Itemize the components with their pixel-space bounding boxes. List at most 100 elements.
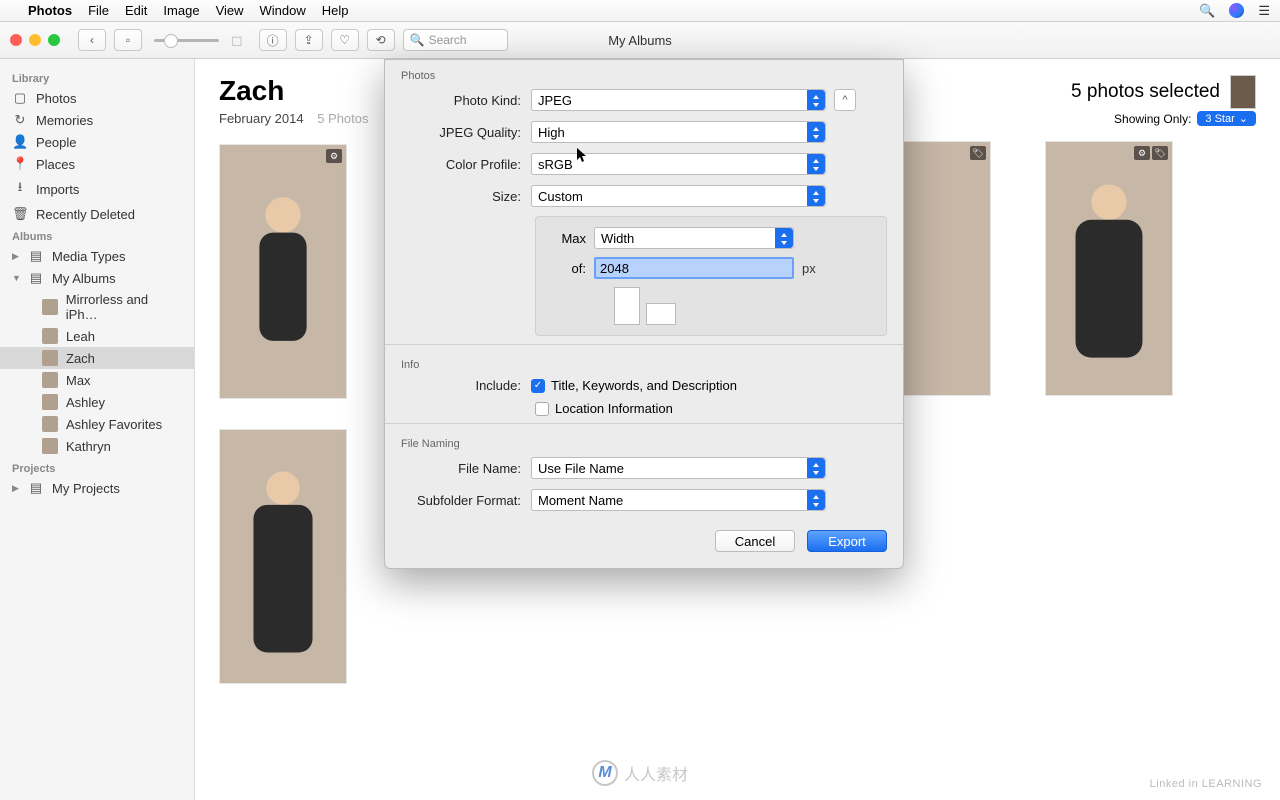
chevron-down-icon: ⌄: [1239, 112, 1248, 125]
sidebar-item-photos[interactable]: ▢Photos: [0, 87, 194, 109]
include-location-checkbox[interactable]: [535, 402, 549, 416]
export-button[interactable]: Export: [807, 530, 887, 552]
sidebar: Library ▢Photos ↻Memories 👤People 📍Place…: [0, 59, 195, 800]
include-location-label: Location Information: [555, 401, 673, 416]
thumbnail-size-slider[interactable]: [154, 39, 219, 42]
menu-list-icon[interactable]: ☰: [1258, 3, 1270, 19]
sidebar-album-mirrorless[interactable]: Mirrorless and iPh…: [0, 289, 194, 325]
sidebar-album-kathryn[interactable]: Kathryn: [0, 435, 194, 457]
siri-icon[interactable]: [1229, 3, 1244, 18]
color-profile-label: Color Profile:: [401, 157, 531, 172]
watermark-logo-icon: M: [592, 760, 618, 786]
menu-help[interactable]: Help: [322, 3, 349, 18]
search-placeholder: Search: [429, 33, 467, 47]
clock-icon: ↻: [12, 112, 28, 128]
dropdown-arrow-icon: [807, 154, 825, 174]
sidebar-item-places[interactable]: 📍Places: [0, 153, 194, 175]
stack-icon: ▤: [28, 248, 44, 264]
album-thumb-icon: [42, 328, 58, 344]
rotate-button[interactable]: ⟲: [367, 29, 395, 51]
file-name-select[interactable]: Use File Name: [531, 457, 826, 479]
sidebar-album-ashley[interactable]: Ashley: [0, 391, 194, 413]
dropdown-arrow-icon: [807, 490, 825, 510]
extra-options-button[interactable]: ^: [834, 89, 856, 111]
chevron-right-icon: ▶: [12, 251, 20, 262]
pin-icon: 📍: [12, 156, 28, 172]
sidebar-album-leah[interactable]: Leah: [0, 325, 194, 347]
menu-image[interactable]: Image: [163, 3, 199, 18]
trash-icon: 🗑: [12, 206, 28, 222]
photo-kind-label: Photo Kind:: [401, 93, 531, 108]
chevron-down-icon: ▼: [12, 273, 20, 283]
of-label: of:: [550, 261, 586, 276]
menu-window[interactable]: Window: [260, 3, 306, 18]
section-info: Info: [385, 349, 903, 373]
search-input[interactable]: 🔍 Search: [403, 29, 508, 51]
spotlight-icon[interactable]: 🔍: [1199, 3, 1215, 19]
photo-thumbnail[interactable]: ⚙: [219, 144, 347, 399]
dimension-value-input[interactable]: 2048: [594, 257, 794, 279]
tag-icon: 🏷: [1152, 146, 1168, 160]
menu-edit[interactable]: Edit: [125, 3, 147, 18]
back-button[interactable]: ‹: [78, 29, 106, 51]
sidebar-item-media-types[interactable]: ▶▤Media Types: [0, 245, 194, 267]
minimize-window-button[interactable]: [29, 34, 41, 46]
adjust-icon: ⚙: [326, 149, 342, 163]
sidebar-item-my-projects[interactable]: ▶▤My Projects: [0, 477, 194, 499]
custom-size-box: Max Width of: 2048 px: [535, 216, 887, 336]
jpeg-quality-label: JPEG Quality:: [401, 125, 531, 140]
person-icon: 👤: [12, 134, 28, 150]
album-thumb-icon: [42, 372, 58, 388]
color-profile-select[interactable]: sRGB: [531, 153, 826, 175]
sidebar-item-memories[interactable]: ↻Memories: [0, 109, 194, 131]
favorite-button[interactable]: ♡: [331, 29, 359, 51]
info-button[interactable]: ⓘ: [259, 29, 287, 51]
close-window-button[interactable]: [10, 34, 22, 46]
max-label: Max: [550, 231, 586, 246]
landscape-sample-icon: [646, 303, 676, 325]
sidebar-item-recently-deleted[interactable]: 🗑Recently Deleted: [0, 203, 194, 225]
menu-view[interactable]: View: [216, 3, 244, 18]
share-button[interactable]: ⇪: [295, 29, 323, 51]
star-filter-dropdown[interactable]: 3 Star⌄: [1197, 111, 1256, 126]
sidebar-item-my-albums[interactable]: ▼▤My Albums: [0, 267, 194, 289]
menu-file[interactable]: File: [88, 3, 109, 18]
photos-icon: ▢: [12, 90, 28, 106]
portrait-sample-icon: [614, 287, 640, 325]
album-thumb-icon: [42, 299, 58, 315]
photo-kind-select[interactable]: JPEG: [531, 89, 826, 111]
jpeg-quality-select[interactable]: High: [531, 121, 826, 143]
sidebar-item-people[interactable]: 👤People: [0, 131, 194, 153]
thumbnail-size-small-icon[interactable]: ▫: [114, 29, 142, 51]
size-select[interactable]: Custom: [531, 185, 826, 207]
sidebar-album-zach[interactable]: Zach: [0, 347, 194, 369]
dropdown-arrow-icon: [775, 228, 793, 248]
section-file-naming: File Naming: [385, 428, 903, 452]
subfolder-format-select[interactable]: Moment Name: [531, 489, 826, 511]
traffic-lights: [10, 34, 60, 46]
include-title-checkbox[interactable]: ✓: [531, 379, 545, 393]
photo-thumbnail[interactable]: [219, 429, 347, 684]
photo-thumbnail[interactable]: ⚙🏷: [1045, 141, 1173, 396]
photo-thumbnail[interactable]: 🏷: [895, 141, 991, 396]
tag-icon: 🏷: [970, 146, 986, 160]
download-icon: ⭳: [12, 178, 28, 200]
dropdown-arrow-icon: [807, 186, 825, 206]
selection-info: 5 photos selected: [1071, 75, 1256, 109]
album-thumb-icon: [42, 416, 58, 432]
sidebar-item-imports[interactable]: ⭳Imports: [0, 175, 194, 203]
sidebar-section-projects: Projects: [0, 457, 194, 477]
include-label: Include:: [401, 378, 531, 393]
cancel-button[interactable]: Cancel: [715, 530, 795, 552]
sidebar-section-albums: Albums: [0, 225, 194, 245]
sidebar-album-ashley-favorites[interactable]: Ashley Favorites: [0, 413, 194, 435]
max-dimension-select[interactable]: Width: [594, 227, 794, 249]
album-thumb-icon: [42, 438, 58, 454]
search-icon: 🔍: [410, 33, 425, 47]
dropdown-arrow-icon: [807, 458, 825, 478]
window-title: My Albums: [608, 33, 672, 48]
menu-app[interactable]: Photos: [28, 3, 72, 18]
sidebar-album-max[interactable]: Max: [0, 369, 194, 391]
watermark-linkedin: Linked in LEARNING: [1150, 778, 1262, 790]
zoom-window-button[interactable]: [48, 34, 60, 46]
